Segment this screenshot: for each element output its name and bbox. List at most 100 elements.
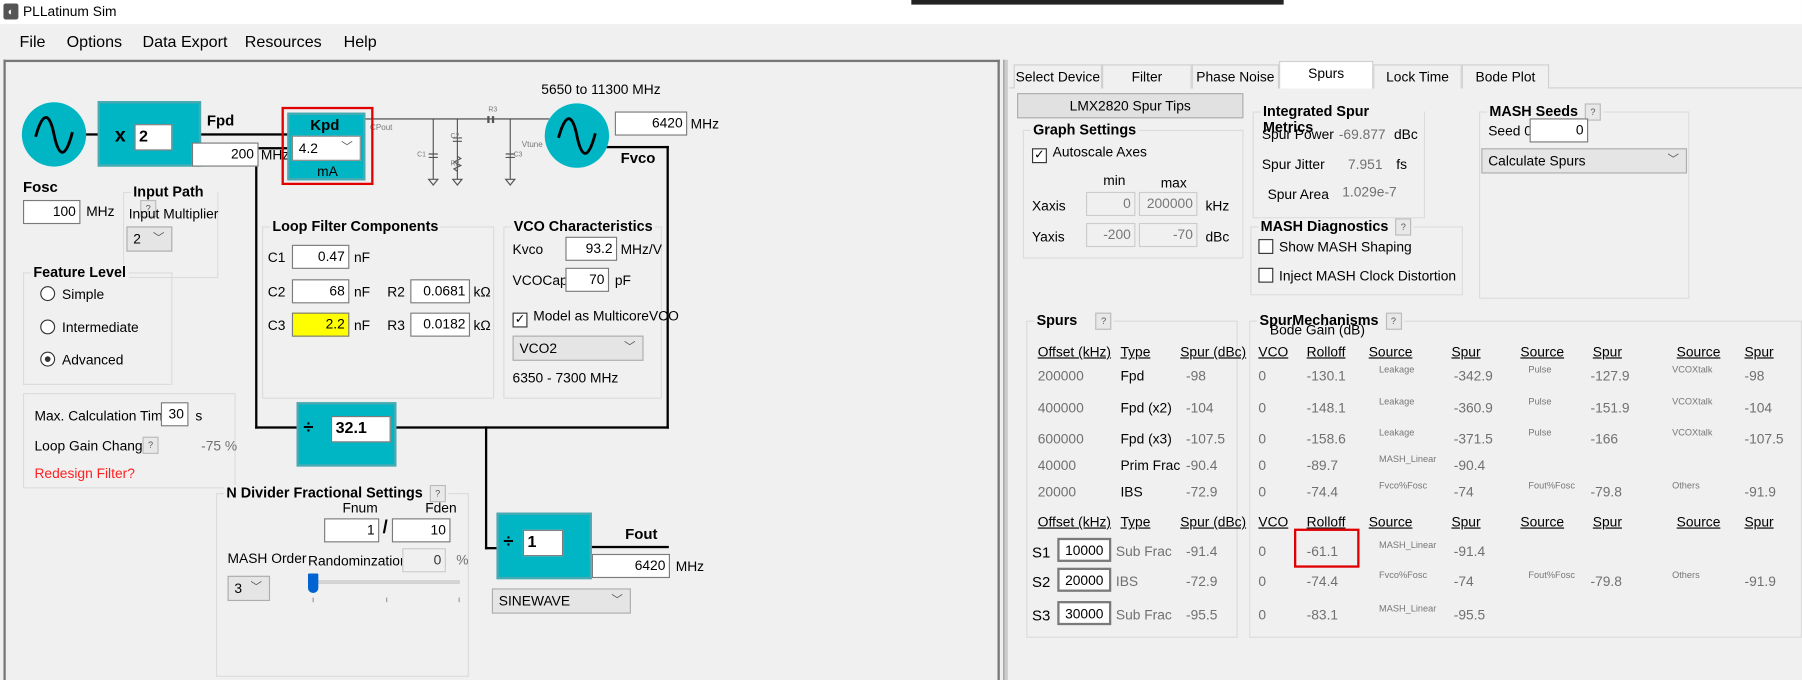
fout-input[interactable]: 6420 — [591, 553, 670, 579]
spur-value: -151.9 — [1590, 399, 1630, 417]
radio-simple[interactable]: Simple — [40, 286, 104, 302]
yaxis-min-input[interactable]: -200 — [1085, 222, 1136, 248]
checkbox-icon — [1258, 239, 1274, 254]
mechanism-column-header: Source — [1368, 343, 1413, 360]
randomization-input[interactable]: 0 — [402, 548, 446, 573]
help-button[interactable]: ? — [142, 436, 159, 454]
yaxis-label: Yaxis — [1031, 228, 1065, 245]
menu-help[interactable]: Help — [344, 32, 377, 50]
user-spur-offset-input[interactable]: 20000 — [1057, 567, 1112, 592]
mechanism-column-header: Spur — [1744, 513, 1774, 530]
xaxis-min-input[interactable]: 0 — [1085, 191, 1136, 217]
fvco-label: Fvco — [620, 149, 656, 167]
r3-unit: kΩ — [473, 317, 491, 334]
output-format-select[interactable]: SINEWAVE ﹀ — [491, 588, 631, 614]
vco-index: 0 — [1258, 483, 1267, 500]
vco-index: 0 — [1258, 573, 1267, 590]
bode-gain-label: Bode Gain (dB) — [1269, 321, 1365, 338]
yaxis-max-input[interactable]: -70 — [1138, 222, 1198, 248]
menu-options[interactable]: Options — [67, 32, 122, 50]
spur-source: Leakage — [1379, 396, 1415, 407]
vco-index: 0 — [1258, 457, 1267, 474]
r2-input[interactable]: 0.0681 — [410, 279, 471, 304]
vco-range-label: 5650 to 11300 MHz — [541, 81, 661, 98]
panel-splitter[interactable] — [1003, 59, 1008, 680]
vco-index: 0 — [1258, 606, 1267, 623]
tab-lock-time[interactable]: Lock Time — [1373, 64, 1462, 89]
c1-input[interactable]: 0.47 — [291, 244, 350, 269]
c2-input[interactable]: 68 — [291, 279, 350, 304]
help-button[interactable]: ? — [1395, 218, 1412, 236]
fpd-input[interactable]: 200 — [191, 142, 259, 167]
fnum-input[interactable]: 1 — [324, 518, 380, 543]
radio-advanced[interactable]: Advanced — [40, 351, 123, 368]
mash-diagnostics-group: MASH Diagnostics? — [1250, 218, 1463, 296]
tab-filter-designer[interactable]: Filter Designer — [1102, 64, 1192, 108]
vtune-label: Vtune — [521, 141, 543, 150]
multiplier-input[interactable]: 2 — [134, 124, 173, 151]
help-button[interactable]: ? — [1385, 312, 1402, 331]
spur-action-select[interactable]: Calculate Spurs ﹀ — [1481, 148, 1688, 174]
r2-label: R2 — [387, 283, 405, 300]
autoscale-checkbox[interactable]: ✓ Autoscale Axes — [1031, 144, 1147, 164]
checkbox-icon — [1258, 267, 1274, 283]
menu-data-export[interactable]: Data Export — [143, 32, 228, 50]
screen-overlay-bar — [911, 0, 1284, 5]
fosc-input[interactable]: 100 — [22, 199, 81, 225]
spur-source: VCOXtalk — [1672, 396, 1713, 407]
vco-core-select[interactable]: VCO2 ﹀ — [512, 335, 644, 361]
menu-file[interactable]: File — [20, 32, 46, 50]
user-spur-label: S3 — [1031, 606, 1051, 625]
checkbox-checked-icon: ✓ — [512, 312, 528, 328]
mash-order-select[interactable]: 3 ﹀ — [227, 575, 271, 602]
seed-input[interactable]: 0 — [1529, 118, 1589, 143]
user-spur-offset-input[interactable]: 30000 — [1057, 601, 1112, 626]
fvco-input[interactable]: 6420 — [614, 111, 688, 136]
kvco-input[interactable]: 93.2 — [565, 236, 618, 261]
multicore-checkbox[interactable]: ✓ Model as MulticoreVCO — [512, 308, 679, 328]
spurs-title: Spurs? — [1034, 312, 1115, 331]
radio-intermediate[interactable]: Intermediate — [40, 319, 139, 336]
vcocap-input[interactable]: 70 — [565, 267, 610, 292]
spur-power-value: -69.877 — [1338, 126, 1386, 143]
xaxis-max-input[interactable]: 200000 — [1138, 191, 1198, 217]
vco-index: 0 — [1258, 543, 1267, 560]
max-calc-time-input[interactable]: 30 — [160, 402, 189, 427]
n-divider-input[interactable]: 32.1 — [330, 416, 391, 443]
spur-type: IBS — [1115, 573, 1139, 590]
spur-source: Leakage — [1379, 427, 1415, 438]
tab-spurs[interactable]: Spurs — [1279, 60, 1374, 89]
loop-filter-schematic — [427, 116, 517, 186]
n-frac-title-text: N Divider Fractional Settings — [226, 484, 423, 502]
spur-value: -79.8 — [1590, 573, 1622, 590]
loop-filter-title: Loop Filter Components — [270, 218, 441, 235]
max-calc-time-label: Max. Calculation Time — [34, 407, 171, 425]
help-button[interactable]: ? — [1095, 312, 1112, 331]
show-mash-shaping-checkbox[interactable]: Show MASH Shaping — [1258, 239, 1412, 255]
redesign-filter-link[interactable]: Redesign Filter? — [34, 465, 134, 481]
output-divider-input[interactable]: 1 — [522, 529, 564, 557]
inject-mash-distortion-checkbox[interactable]: Inject MASH Clock Distortion — [1258, 267, 1456, 284]
user-spur-offset-input[interactable]: 10000 — [1057, 537, 1112, 562]
tab-phase-noise[interactable]: Phase Noise — [1191, 64, 1280, 89]
vco-core-range: 6350 - 7300 MHz — [512, 370, 619, 387]
app-icon: ◐ — [3, 3, 19, 20]
fvco-unit: MHz — [690, 116, 720, 133]
spur-source: Others — [1672, 480, 1700, 491]
menu-resources[interactable]: Resources — [245, 32, 322, 50]
c3-input[interactable]: 2.2 — [291, 312, 350, 337]
mechanism-column-header: Rolloff — [1306, 513, 1346, 530]
spur-tips-button[interactable]: LMX2820 Spur Tips — [1017, 93, 1244, 119]
tab-select-device[interactable]: Select Device — [1013, 64, 1103, 89]
spur-type: Fpd (x2) — [1120, 399, 1172, 417]
fden-input[interactable]: 10 — [391, 518, 451, 543]
vco-characteristics-title: VCO Characteristics — [511, 218, 655, 235]
r3-input[interactable]: 0.0182 — [410, 312, 471, 337]
randomization-slider-thumb[interactable] — [307, 573, 319, 593]
randomization-slider-track[interactable] — [312, 580, 460, 584]
c1-schematic-label: C1 — [417, 151, 426, 159]
spur-source: Pulse — [1528, 364, 1552, 375]
input-multiplier-select[interactable]: 2 ﹀ — [126, 226, 173, 252]
wire — [604, 145, 669, 149]
tab-bode-plot[interactable]: Bode Plot — [1461, 64, 1550, 89]
